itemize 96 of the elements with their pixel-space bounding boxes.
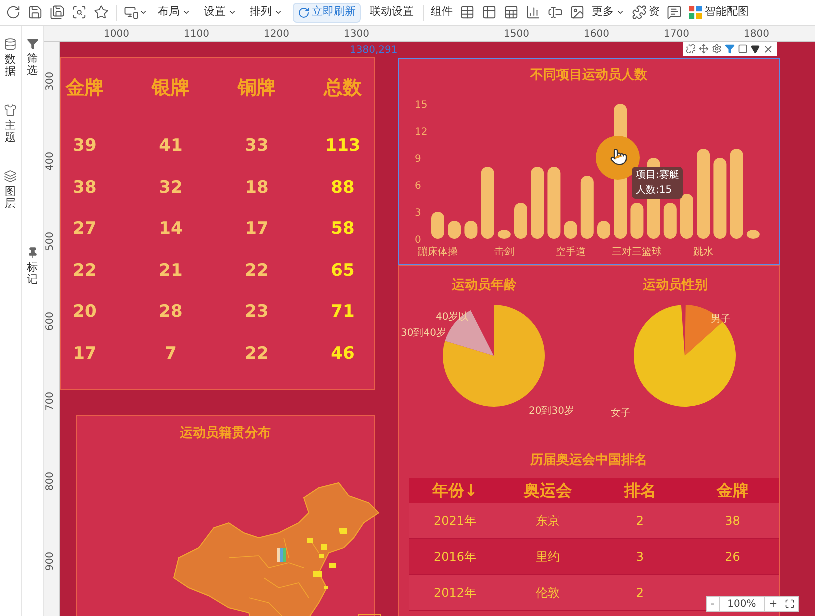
table-cell-text: 20 xyxy=(72,301,98,324)
table-cell-text: 46 xyxy=(330,342,356,366)
smart-chart-button[interactable]: 智能配图 xyxy=(689,4,749,21)
toolbar-menu[interactable]: 排列 xyxy=(247,4,286,21)
ruler-label: 1100 xyxy=(184,28,210,42)
slice-label: 女子 xyxy=(611,407,631,421)
link-settings-button[interactable]: 联动设置 xyxy=(368,4,416,21)
table-cell-text: 2016年 xyxy=(432,548,478,566)
ruler-label: 700 xyxy=(44,392,58,412)
more-menu[interactable]: 更多 xyxy=(592,4,625,21)
table-cell-text: 58 xyxy=(330,218,356,241)
ruler-label: 1500 xyxy=(504,28,530,42)
resources-button[interactable]: 资 xyxy=(632,4,660,21)
ruler-label: 1800 xyxy=(744,28,770,42)
table-cell-text: 2 xyxy=(635,512,646,530)
axis-label: 蹦床体操 xyxy=(418,247,458,258)
table-title: 历届奥运会中国排名 xyxy=(529,452,648,470)
ruler-label: 300 xyxy=(44,72,58,92)
table-cell-text: 26 xyxy=(724,548,742,566)
chart-title: 不同项目运动员人数 xyxy=(529,67,648,85)
axis-label: 三对三篮球 xyxy=(612,247,662,258)
tooltip-text: 项目:赛艇 xyxy=(636,168,680,183)
components-label: 组件 xyxy=(431,4,453,20)
slice-label: 30到40岁 xyxy=(401,326,446,341)
table-cell-text: 2012年 xyxy=(432,584,478,602)
table-cell-text: 113 xyxy=(324,135,362,158)
table-cell-text: 88 xyxy=(330,176,356,200)
axis-label: 击剑 xyxy=(494,247,514,258)
table-cell-text: 65 xyxy=(330,260,356,282)
ruler-label: 800 xyxy=(44,472,58,492)
table-cell-text: 17 xyxy=(72,342,98,366)
toolbar-menu[interactable]: 布局 xyxy=(155,4,194,21)
ruler-label: 500 xyxy=(44,232,58,252)
table-cell-text: 27 xyxy=(72,218,98,241)
zoom-value: 100% xyxy=(726,598,758,612)
table-cell-text: 18 xyxy=(244,176,270,200)
table-cell-text: 21 xyxy=(158,260,184,282)
tooltip-text: 人数:15 xyxy=(636,184,674,198)
table-cell-text: 71 xyxy=(330,301,356,324)
axis-label: 空手道 xyxy=(556,247,586,258)
ruler-label: 1200 xyxy=(264,28,290,42)
table-cell-text: 22 xyxy=(244,260,270,282)
chart-title: 运动员年龄 xyxy=(452,277,517,295)
table-cell-text: 33 xyxy=(244,135,270,158)
slice-label: 男子 xyxy=(711,313,731,327)
table-cell-text: 22 xyxy=(244,342,270,366)
axis-label: 跳水 xyxy=(694,247,714,258)
table-cell-text: 39 xyxy=(72,135,98,158)
axis-label: 12 xyxy=(415,127,428,138)
chart-panel[interactable]: 不同项目运动员人数 0 3 6 9 12 15 蹦床体操 击剑 空手道 三对三篮球 跳水 项目:赛艇 人数:15 xyxy=(398,58,780,265)
zoom-out-button[interactable]: - xyxy=(707,596,720,612)
table-cell-text: 2 xyxy=(635,584,646,602)
table-cell-text: 14 xyxy=(158,218,184,241)
table-cell-text: 38 xyxy=(724,512,742,530)
column-header: 铜牌 xyxy=(236,76,277,101)
axis-label: 3 xyxy=(415,208,422,219)
axis-label: 15 xyxy=(415,100,428,111)
ruler-label: 900 xyxy=(44,552,58,572)
table-cell-text: 23 xyxy=(244,301,270,324)
chart-title: 运动员籍贯分布 xyxy=(179,425,272,443)
axis-label: 0 xyxy=(415,235,422,246)
table-cell-text: 28 xyxy=(158,301,184,324)
slice-label: 20到30岁 xyxy=(529,404,574,419)
ruler-label: 1600 xyxy=(584,28,610,42)
ruler-label: 600 xyxy=(44,312,58,332)
ruler-label: 1700 xyxy=(664,28,690,42)
side-tab[interactable]: 筛选 xyxy=(26,38,38,78)
side-tab[interactable]: 图层 xyxy=(4,170,17,211)
table-cell-text: 17 xyxy=(244,218,270,241)
side-tab[interactable]: 标记 xyxy=(26,247,38,286)
side-tab[interactable]: 数据 xyxy=(4,38,17,78)
table-cell-text: 2021年 xyxy=(432,512,478,530)
zoom-in-button[interactable]: + xyxy=(764,596,782,612)
axis-label: 6 xyxy=(415,181,422,192)
ruler-label: 400 xyxy=(44,152,58,172)
table-cell-text: 里约 xyxy=(534,548,561,566)
table-cell-text: 7 xyxy=(164,342,178,366)
table-cell-text: 伦敦 xyxy=(534,584,561,602)
slice-label: 40岁以 xyxy=(436,310,469,325)
table-cell-text: 3 xyxy=(635,548,646,566)
position-label: 1380,291 xyxy=(350,44,398,58)
column-header: 银牌 xyxy=(150,76,191,101)
ruler-label: 1000 xyxy=(104,28,130,42)
ruler-label: 1300 xyxy=(344,28,370,42)
axis-label: 9 xyxy=(415,154,422,165)
toolbar-menu[interactable]: 设置 xyxy=(201,4,240,21)
table-cell-text: 东京 xyxy=(534,512,561,530)
table-cell-text: 41 xyxy=(158,135,184,158)
table-cell-text: 22 xyxy=(72,260,98,282)
column-header: 总数 xyxy=(322,76,363,101)
side-tab[interactable]: 主题 xyxy=(4,104,17,144)
table-cell-text: 38 xyxy=(72,176,98,200)
table-cell-text: 32 xyxy=(158,176,184,200)
chart-title: 运动员性别 xyxy=(643,277,708,295)
column-header: 金牌 xyxy=(64,76,105,101)
refresh-now-button[interactable]: 立即刷新 xyxy=(293,2,361,22)
